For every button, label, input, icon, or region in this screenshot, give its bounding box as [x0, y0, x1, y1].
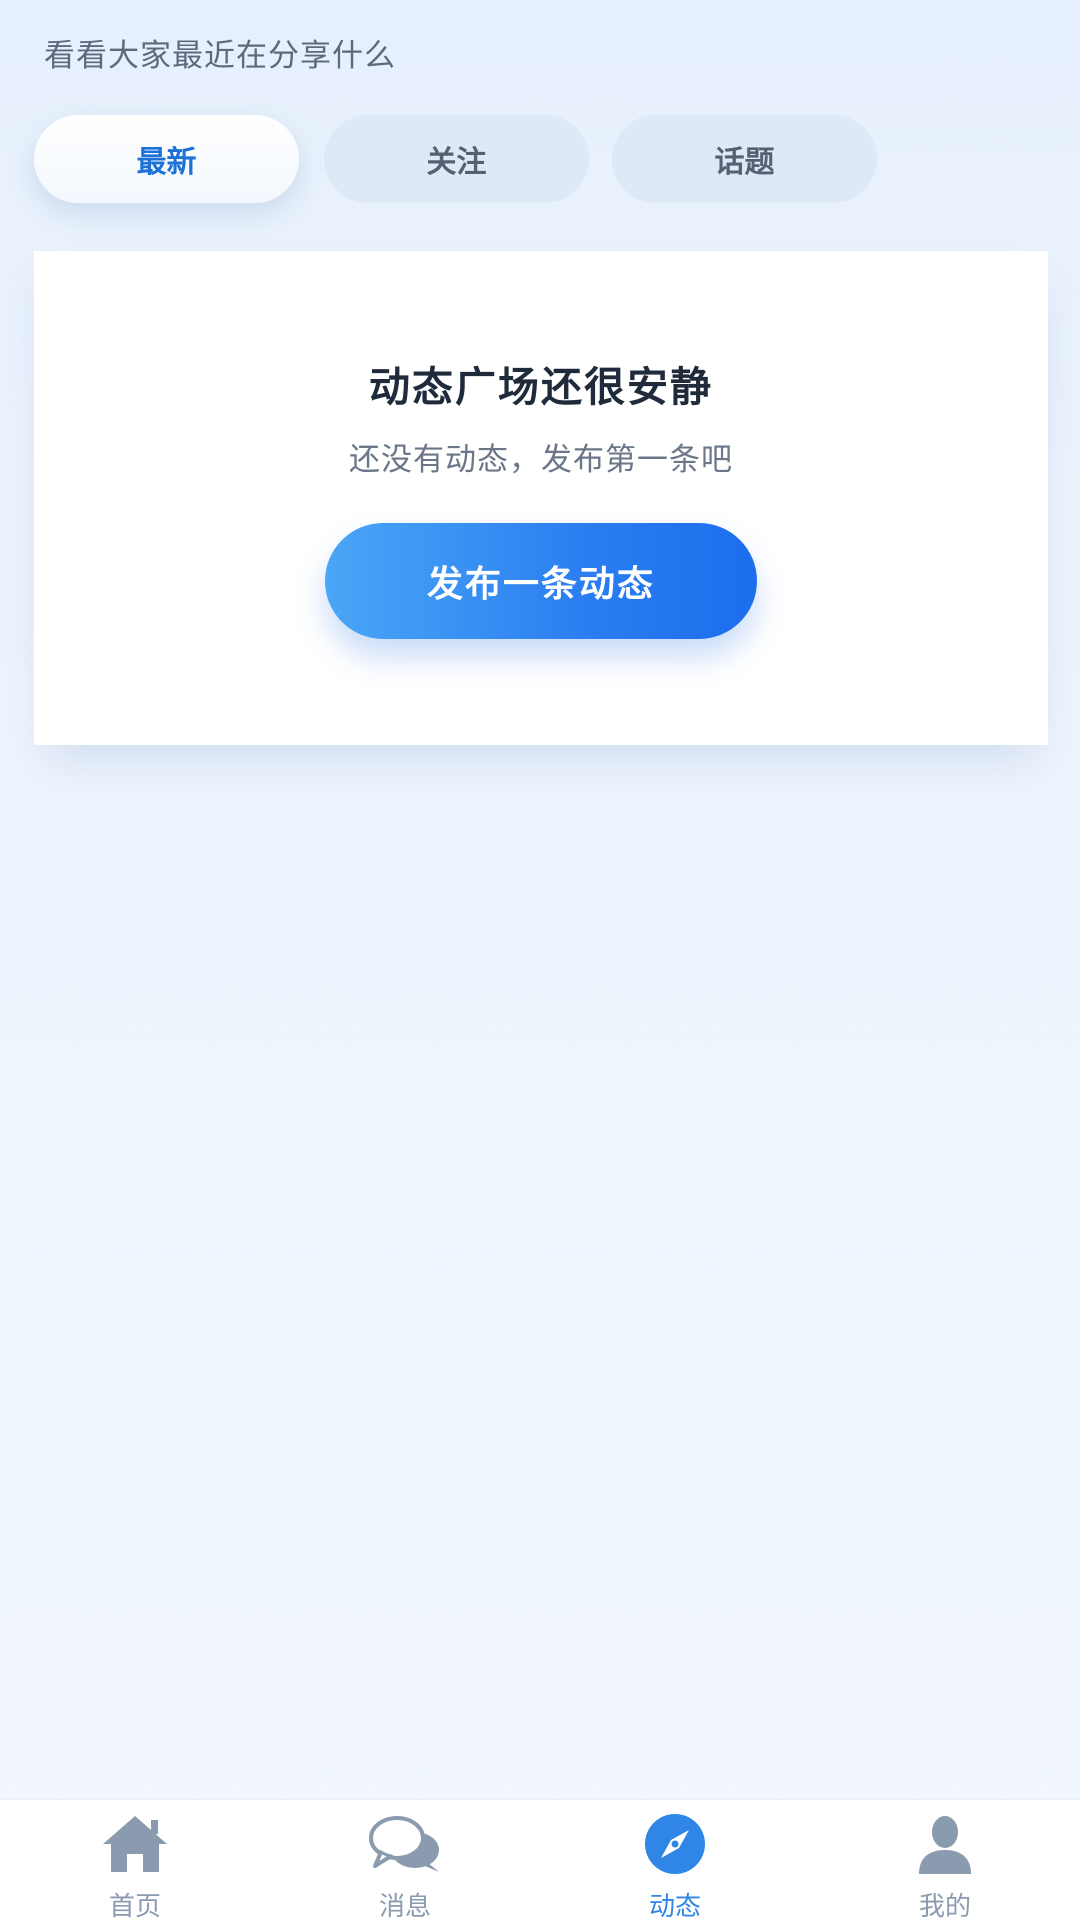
nav-item-messages[interactable]: 消息 [270, 1800, 540, 1920]
tab-following-label: 关注 [426, 145, 487, 180]
feed-tabs: 最新 关注 话题 [34, 115, 1080, 203]
publish-post-button[interactable]: 发布一条动态 [325, 523, 757, 639]
tab-latest[interactable]: 最新 [34, 115, 299, 203]
tab-topics-label: 话题 [714, 145, 775, 180]
home-icon [0, 1812, 270, 1876]
nav-label-home: 首页 [108, 1892, 161, 1920]
nav-item-home[interactable]: 首页 [0, 1800, 270, 1920]
nav-label-feed: 动态 [648, 1892, 701, 1920]
chat-bubbles-icon [270, 1812, 540, 1876]
nav-label-messages: 消息 [378, 1892, 431, 1920]
empty-state-card: 动态广场还很安静 还没有动态，发布第一条吧 发布一条动态 [34, 251, 1048, 745]
compass-icon [540, 1812, 810, 1876]
empty-state-description: 还没有动态，发布第一条吧 [349, 442, 733, 478]
empty-state-title: 动态广场还很安静 [369, 363, 713, 411]
page-subtitle: 看看大家最近在分享什么 [44, 38, 396, 74]
nav-item-profile[interactable]: 我的 [810, 1800, 1080, 1920]
user-icon [810, 1812, 1080, 1876]
tab-following[interactable]: 关注 [324, 115, 589, 203]
nav-item-feed[interactable]: 动态 [540, 1800, 810, 1920]
tab-latest-label: 最新 [136, 145, 197, 180]
tab-topics[interactable]: 话题 [612, 115, 877, 203]
nav-label-profile: 我的 [918, 1892, 971, 1920]
bottom-nav: 首页 消息 动态 我的 [0, 1799, 1080, 1920]
